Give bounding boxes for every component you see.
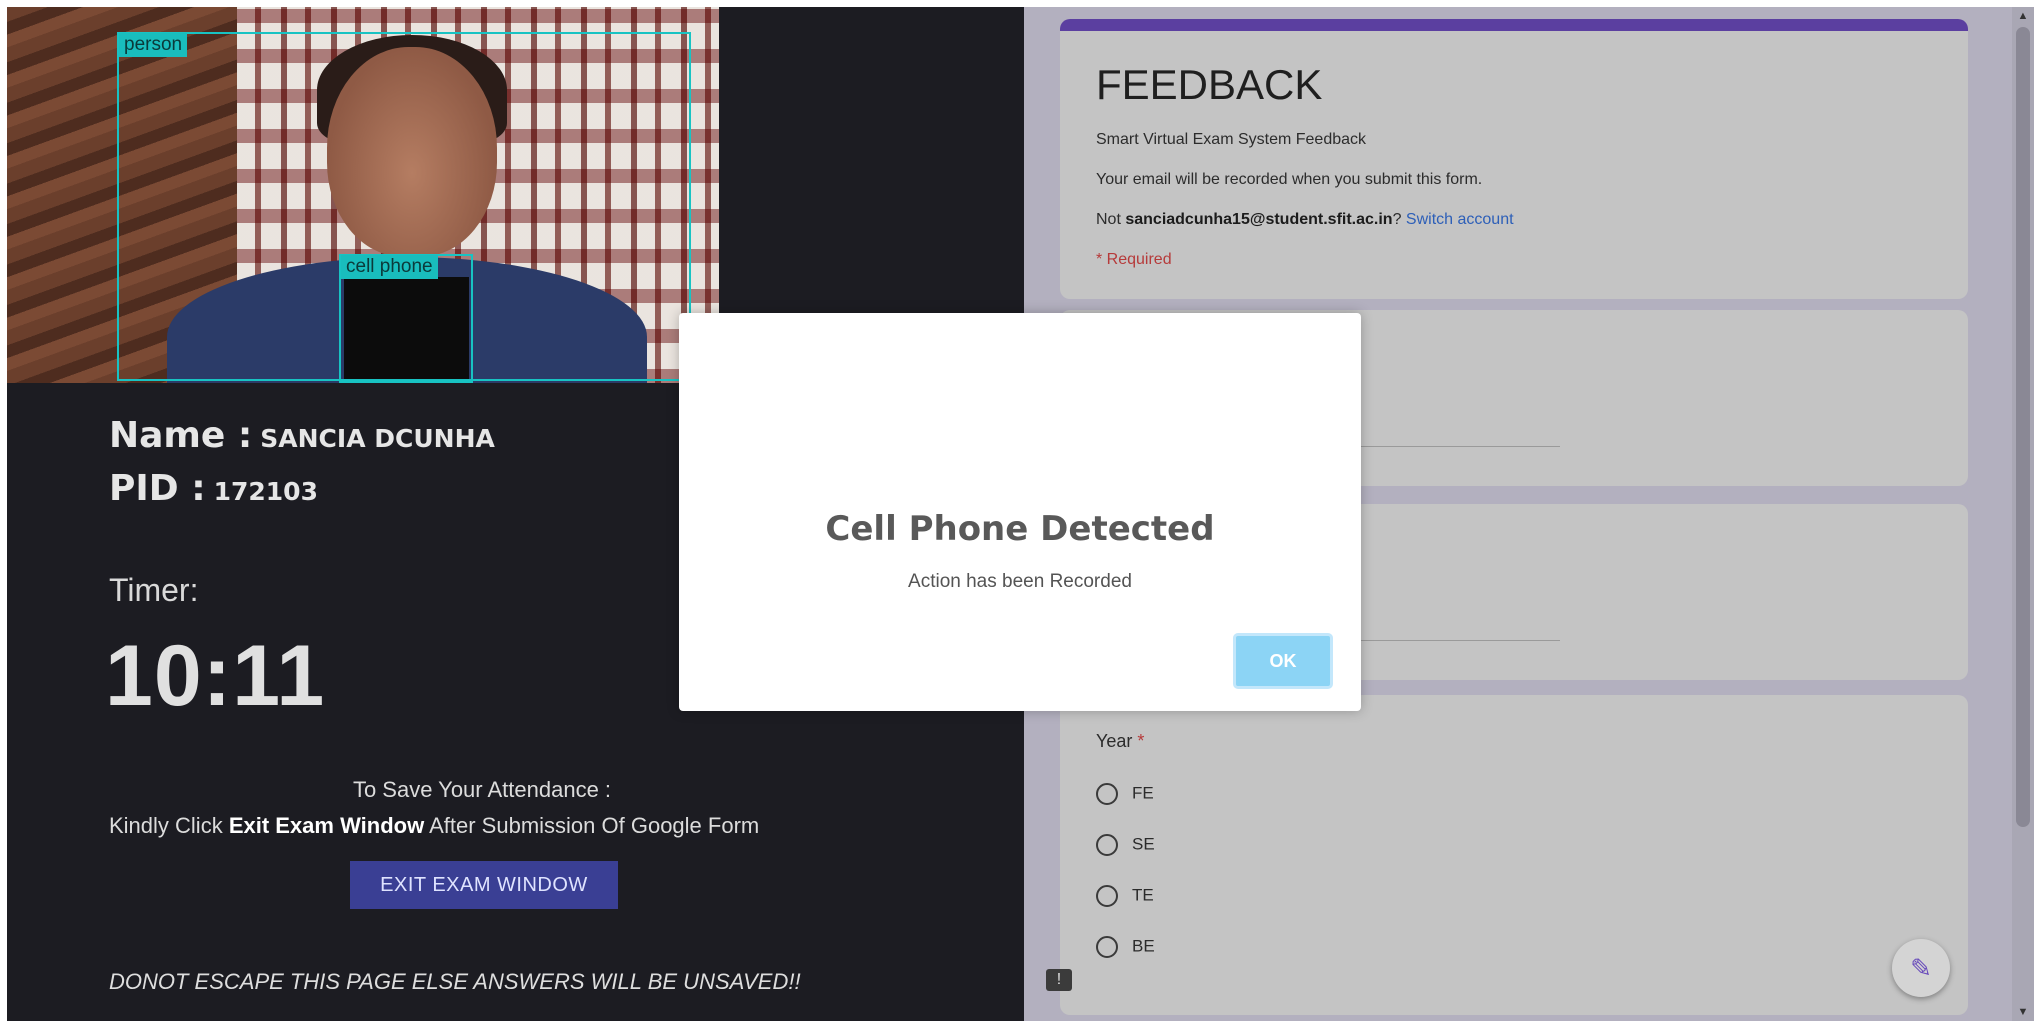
required-note: * Required (1096, 251, 1172, 268)
account-email: sanciadcunha15@student.sfit.ac.in (1125, 211, 1393, 228)
email-notice: Your email will be recorded when you sub… (1096, 171, 1483, 188)
webcam-feed: person cell phone (7, 7, 719, 383)
radio-icon[interactable] (1096, 936, 1118, 958)
edit-pencil-button[interactable]: ✎ (1892, 939, 1950, 997)
ok-button[interactable]: OK (1233, 633, 1333, 689)
question-1-answer-field[interactable] (1330, 446, 1560, 447)
student-name-label: Name : (109, 415, 253, 456)
attendance-heading: To Save Your Attendance : (352, 777, 612, 802)
scroll-up-arrow-icon[interactable]: ▲ (2016, 9, 2030, 23)
year-option-label: FE (1132, 783, 1154, 803)
year-option-label: BE (1132, 936, 1155, 956)
year-question-card: Year * FE SE TE BE (1060, 695, 1968, 1015)
year-required-mark: * (1137, 731, 1145, 751)
year-option-se[interactable]: SE (1096, 834, 1155, 856)
student-pid-label: PID : (109, 468, 206, 509)
unsaved-warning: DONOT ESCAPE THIS PAGE ELSE ANSWERS WILL… (109, 969, 801, 994)
form-scrollbar[interactable]: ▲ ▼ (2012, 7, 2034, 1021)
attendance-instruction-bold: Exit Exam Window (228, 813, 425, 838)
year-option-label: SE (1132, 834, 1155, 854)
year-option-label: TE (1132, 885, 1154, 905)
attendance-instruction-prefix: Kindly Click (109, 813, 229, 838)
timer-label: Timer: (109, 572, 199, 608)
scroll-down-arrow-icon[interactable]: ▼ (2016, 1005, 2030, 1019)
year-option-te[interactable]: TE (1096, 885, 1154, 907)
form-title: FEEDBACK (1096, 61, 1323, 108)
attendance-instruction: Kindly Click Exit Exam Window After Subm… (109, 813, 759, 839)
radio-icon[interactable] (1096, 885, 1118, 907)
account-line: Not sanciadcunha15@student.sfit.ac.in? S… (1096, 211, 1514, 229)
timer-value: 10:11 (105, 628, 326, 724)
pencil-icon: ✎ (1910, 953, 1932, 983)
year-option-be[interactable]: BE (1096, 936, 1155, 958)
alert-message: Action has been Recorded (908, 571, 1132, 592)
student-pid-value: 172103 (213, 477, 318, 506)
exit-exam-window-button[interactable]: EXIT EXAM WINDOW (350, 861, 618, 909)
switch-account-link[interactable]: Switch account (1406, 211, 1514, 228)
phone-detection-label: cell phone (341, 255, 438, 279)
student-pid: PID :172103 (109, 468, 318, 509)
year-question-text: Year (1096, 731, 1133, 751)
year-option-fe[interactable]: FE (1096, 783, 1154, 805)
form-header-card: FEEDBACK Smart Virtual Exam System Feedb… (1060, 19, 1968, 299)
student-name-value: SANCIA DCUNHA (260, 424, 495, 453)
radio-icon[interactable] (1096, 783, 1118, 805)
report-feedback-icon[interactable]: ! (1046, 969, 1072, 991)
account-suffix: ? (1392, 211, 1406, 228)
attendance-instruction-suffix: After Submission Of Google Form (424, 813, 760, 838)
form-description: Smart Virtual Exam System Feedback (1096, 131, 1367, 148)
account-prefix: Not (1096, 211, 1126, 228)
alert-dialog: Cell Phone Detected Action has been Reco… (679, 313, 1361, 711)
question-2-answer-field[interactable] (1330, 640, 1560, 641)
radio-icon[interactable] (1096, 834, 1118, 856)
student-name: Name : SANCIA DCUNHA (109, 415, 495, 456)
alert-title: Cell Phone Detected (825, 509, 1215, 549)
scrollbar-thumb[interactable] (2016, 27, 2030, 827)
year-question-label: Year * (1096, 731, 1144, 752)
person-detection-label: person (119, 33, 188, 57)
